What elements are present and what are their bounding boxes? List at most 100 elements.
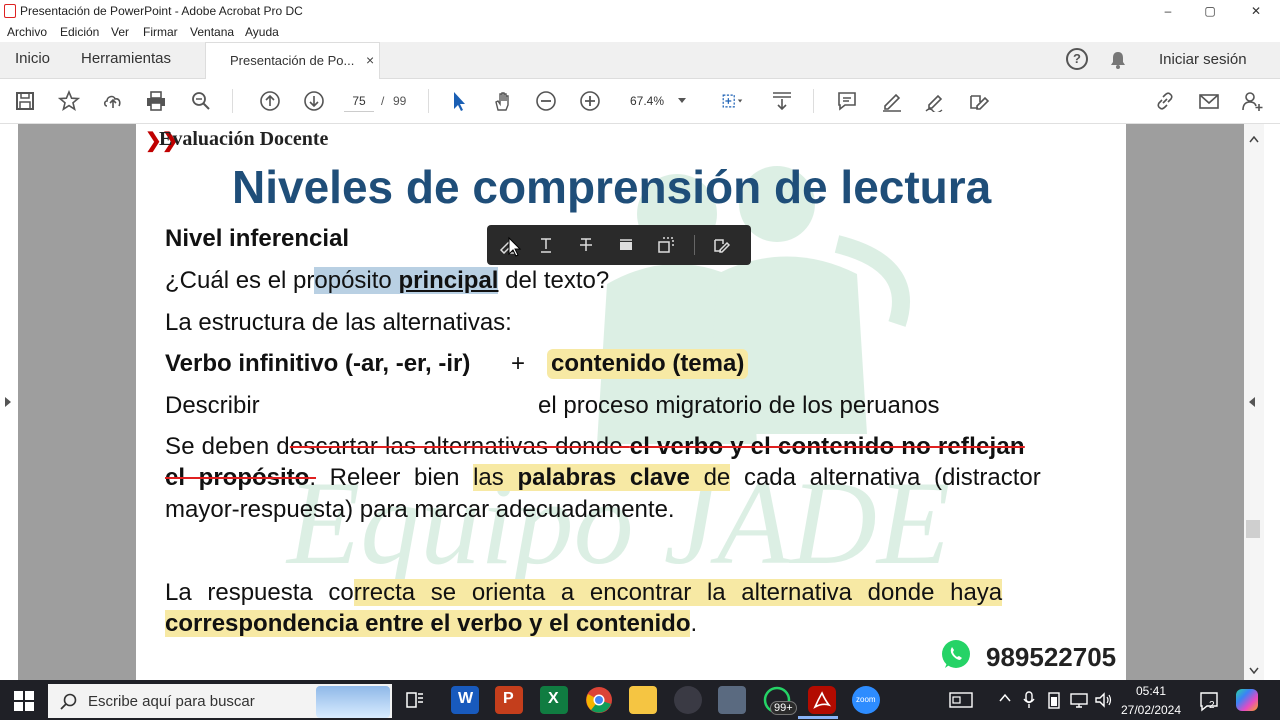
p1-struck-text: escartar las alternativas donde bbox=[289, 433, 630, 460]
page-number-input[interactable]: 75 bbox=[344, 91, 374, 112]
active-app-indicator bbox=[798, 716, 838, 719]
menu-firmar[interactable]: Firmar bbox=[143, 25, 178, 39]
chrome-app-icon[interactable] bbox=[585, 686, 613, 714]
edit-pdf-icon[interactable] bbox=[967, 89, 991, 113]
acrobat-app-icon[interactable] bbox=[808, 686, 836, 714]
meet-now-icon[interactable] bbox=[949, 691, 973, 709]
windows-start-icon[interactable] bbox=[14, 691, 34, 711]
comment-icon[interactable] bbox=[835, 89, 859, 113]
taskbar-search-input[interactable]: Escribe aquí para buscar bbox=[48, 684, 392, 718]
tab-inicio[interactable]: Inicio bbox=[15, 50, 50, 67]
p2-highlight: rrecta se orienta a encontrar la alterna… bbox=[353, 579, 1003, 606]
calculator-app-icon[interactable] bbox=[718, 686, 746, 714]
paragraph-1-line-3: mayor-respuesta) para marcar adecuadamen… bbox=[165, 496, 675, 523]
task-view-icon[interactable] bbox=[405, 690, 425, 710]
search-icon bbox=[60, 693, 77, 710]
underline-text-icon[interactable] bbox=[537, 236, 555, 254]
menu-archivo[interactable]: Archivo bbox=[7, 25, 47, 39]
scroll-up-icon[interactable] bbox=[1249, 136, 1259, 143]
section-heading: Nivel inferencial bbox=[165, 225, 350, 252]
menu-ayuda[interactable]: Ayuda bbox=[245, 25, 279, 39]
highlight-pen-icon[interactable] bbox=[880, 89, 904, 113]
p1-struck-bold: el verbo y el contenido no reflejan bbox=[629, 433, 1025, 460]
zoom-in-icon[interactable] bbox=[578, 89, 602, 113]
bell-icon[interactable] bbox=[1109, 50, 1127, 70]
tab-herramientas[interactable]: Herramientas bbox=[81, 50, 171, 67]
menu-ver[interactable]: Ver bbox=[111, 25, 129, 39]
fit-page-icon[interactable] bbox=[715, 89, 749, 113]
microphone-icon[interactable] bbox=[1021, 690, 1037, 710]
whatsapp-icon bbox=[942, 640, 970, 668]
redact-text-icon[interactable] bbox=[617, 236, 635, 254]
word-app-icon[interactable]: W bbox=[451, 686, 479, 714]
add-user-icon[interactable] bbox=[1240, 89, 1264, 113]
p1-hl-de: de bbox=[689, 464, 731, 491]
paragraph-2-line-1: La respuesta correcta se orienta a encon… bbox=[165, 579, 1003, 607]
selected-text: opósito bbox=[314, 267, 399, 294]
excel-app-icon[interactable]: X bbox=[540, 686, 568, 714]
tab-close-button[interactable]: × bbox=[366, 52, 374, 68]
whatsapp-badge: 99+ bbox=[770, 701, 797, 715]
title-bar: Presentación de PowerPoint - Adobe Acrob… bbox=[0, 0, 1280, 22]
pdf-page: Equipo JADE ❯❯ Evaluación Docente Nivele… bbox=[137, 124, 1126, 680]
question-end: del texto? bbox=[498, 267, 610, 294]
tab-document[interactable]: Presentación de Po... × bbox=[205, 42, 380, 79]
clock-date[interactable]: 27/02/2024 bbox=[1118, 703, 1184, 717]
edit-text-icon[interactable] bbox=[713, 236, 731, 254]
minimize-button[interactable]: – bbox=[1150, 2, 1186, 20]
toolbar-separator bbox=[428, 89, 429, 113]
content-label: contenido (tema) bbox=[547, 349, 749, 379]
plus-sign: + bbox=[511, 350, 526, 377]
paragraph-1-line-2: el propósito. Releer bien las palabras c… bbox=[165, 464, 1041, 492]
menu-edicion[interactable]: Edición bbox=[60, 25, 99, 39]
expand-right-panel-icon[interactable] bbox=[1248, 396, 1256, 408]
restore-button[interactable]: ▢ bbox=[1192, 2, 1228, 20]
prev-page-icon[interactable] bbox=[258, 89, 282, 113]
p2-bold-highlight: correspondencia entre el verbo y el cont… bbox=[165, 610, 691, 637]
scroll-down-icon[interactable] bbox=[1249, 667, 1259, 674]
link-share-icon[interactable] bbox=[1153, 89, 1177, 113]
expand-left-panel-icon[interactable] bbox=[4, 396, 12, 408]
toolbar-separator bbox=[813, 89, 814, 113]
star-icon[interactable] bbox=[57, 89, 81, 113]
window-title: Presentación de PowerPoint - Adobe Acrob… bbox=[20, 4, 303, 18]
volume-icon[interactable] bbox=[1094, 691, 1112, 709]
p2-text-a: La respuesta co bbox=[165, 579, 354, 606]
network-icon[interactable] bbox=[1070, 691, 1088, 709]
select-arrow-icon[interactable] bbox=[447, 89, 471, 113]
zoom-search-icon[interactable] bbox=[189, 89, 213, 113]
copy-text-icon[interactable] bbox=[657, 236, 675, 254]
p2-end: . bbox=[690, 610, 698, 637]
help-icon[interactable]: ? bbox=[1066, 48, 1088, 70]
scrollbar-thumb[interactable] bbox=[1246, 520, 1260, 538]
page-separator: / bbox=[381, 94, 385, 108]
file-explorer-icon[interactable] bbox=[629, 686, 657, 714]
upload-cloud-icon[interactable] bbox=[101, 89, 125, 113]
battery-icon[interactable] bbox=[1046, 691, 1062, 709]
clock-time[interactable]: 05:41 bbox=[1121, 684, 1181, 698]
strikethrough-text-icon[interactable] bbox=[577, 236, 595, 254]
close-window-button[interactable]: ✕ bbox=[1238, 2, 1274, 20]
chevron-down-icon bbox=[678, 98, 686, 103]
paint-app-icon[interactable] bbox=[674, 686, 702, 714]
sign-icon[interactable] bbox=[923, 89, 947, 113]
copilot-icon[interactable] bbox=[1236, 689, 1258, 711]
chevron-up-icon[interactable] bbox=[999, 693, 1011, 703]
zoom-select[interactable]: 67.4% bbox=[622, 91, 692, 111]
next-page-icon[interactable] bbox=[302, 89, 326, 113]
vertical-scrollbar[interactable] bbox=[1244, 124, 1264, 680]
menu-ventana[interactable]: Ventana bbox=[190, 25, 234, 39]
signin-link[interactable]: Iniciar sesión bbox=[1159, 51, 1247, 68]
print-icon[interactable] bbox=[144, 89, 168, 113]
email-icon[interactable] bbox=[1197, 89, 1221, 113]
example-content: el proceso migratorio de los peruanos bbox=[538, 392, 940, 419]
hand-tool-icon[interactable] bbox=[491, 89, 515, 113]
zoom-app-icon[interactable]: zoom bbox=[852, 686, 880, 714]
p1-hl-las: las bbox=[473, 464, 518, 491]
powerpoint-app-icon[interactable]: P bbox=[495, 686, 523, 714]
save-icon[interactable] bbox=[13, 89, 37, 113]
scroll-mode-icon[interactable] bbox=[770, 89, 794, 113]
zoom-out-icon[interactable] bbox=[534, 89, 558, 113]
tab-document-label: Presentación de Po... bbox=[230, 53, 355, 68]
acrobat-icon bbox=[4, 4, 16, 18]
